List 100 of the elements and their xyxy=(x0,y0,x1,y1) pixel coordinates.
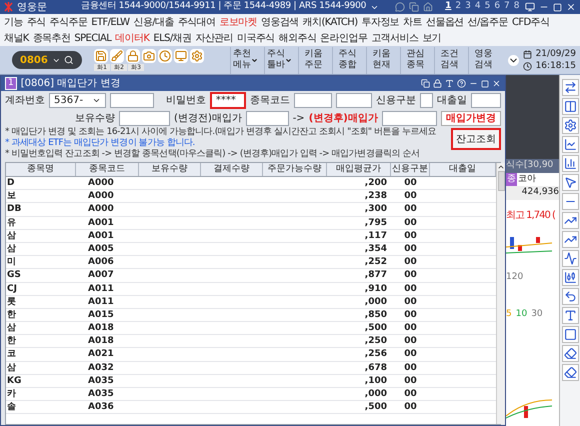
toolbar-button[interactable]: 조건 검색 xyxy=(434,46,464,74)
text-tool-icon[interactable] xyxy=(562,307,578,324)
menu-item[interactable]: 미국주식 xyxy=(237,30,275,46)
menu-item[interactable]: SPECIAL xyxy=(74,30,112,46)
table-cell-text: 삼 xyxy=(6,230,17,242)
brush-icon[interactable] xyxy=(110,49,124,63)
maximize-icon[interactable] xyxy=(553,2,562,12)
balance-query-button[interactable]: 잔고조회 xyxy=(451,128,501,150)
page-number[interactable]: 4 xyxy=(474,0,481,14)
maximize-icon[interactable] xyxy=(481,80,489,88)
credit-type-field[interactable] xyxy=(420,92,433,108)
window-icon[interactable] xyxy=(421,79,430,88)
close-icon[interactable] xyxy=(566,2,576,12)
table-cell-text: KG xyxy=(6,374,22,387)
lock-icon[interactable] xyxy=(433,79,442,88)
password-field[interactable]: **** xyxy=(210,92,246,108)
page-number[interactable]: 2 xyxy=(455,0,462,14)
menu-item[interactable]: 보기 xyxy=(422,30,442,46)
scroll-up-icon[interactable] xyxy=(497,163,505,171)
candlestick-icon[interactable] xyxy=(562,269,578,286)
text-icon[interactable] xyxy=(445,79,454,88)
menu-item[interactable]: ETF/ELW xyxy=(91,14,130,30)
eraser-icon[interactable] xyxy=(562,345,578,362)
menu-item[interactable]: ELS/채권 xyxy=(153,30,192,46)
menu-item[interactable]: 온라인업무 xyxy=(320,30,368,46)
menu-item[interactable]: 선물옵션 xyxy=(426,14,464,30)
menu-item[interactable]: 차트 xyxy=(403,14,422,30)
menu-item[interactable]: 해외주식 xyxy=(278,30,316,46)
clock-icon[interactable] xyxy=(158,49,172,63)
menu-item[interactable]: 투자정보 xyxy=(362,14,400,30)
page-number[interactable]: 1 xyxy=(445,0,452,14)
price-before-field[interactable] xyxy=(246,110,289,126)
menu-item[interactable]: 주식주문 xyxy=(50,14,88,30)
help-icon[interactable] xyxy=(457,79,466,88)
toolbar-button[interactable]: 관심 종목 xyxy=(400,46,430,74)
toolbar-button[interactable]: 영웅 검색 xyxy=(468,46,498,74)
page-number[interactable]: 7 xyxy=(504,0,510,14)
menu-item[interactable]: 주식 xyxy=(26,14,46,30)
columns-icon[interactable] xyxy=(562,98,578,115)
menu-item[interactable]: 종목추천 xyxy=(32,30,70,46)
menu-item[interactable]: 캐치(KATCH) xyxy=(302,14,358,30)
toolbar-button[interactable]: 주식 툴바 xyxy=(264,46,294,74)
scrollbar-thumb[interactable] xyxy=(498,171,504,191)
account-name-field[interactable] xyxy=(110,92,154,108)
loan-date-field[interactable] xyxy=(470,92,501,108)
table-cell-text: A015 xyxy=(87,308,115,322)
holding-quantity-field[interactable] xyxy=(119,110,170,126)
toolbar-button[interactable]: 키움 현재 xyxy=(366,46,396,74)
page-number[interactable]: 3 xyxy=(465,0,471,14)
settings-icon[interactable] xyxy=(562,117,578,134)
credit-type-label: 신용구분 xyxy=(376,94,416,108)
swap-arrows-icon[interactable] xyxy=(562,79,578,96)
line-chart-icon[interactable] xyxy=(562,136,578,153)
screen-number-field[interactable]: 0806 xyxy=(12,51,82,69)
stock-code-field[interactable] xyxy=(294,92,332,108)
wave-line-icon[interactable] xyxy=(562,250,578,267)
stock-name-field[interactable] xyxy=(336,92,372,108)
price-after-field[interactable] xyxy=(382,110,437,126)
window-icon[interactable] xyxy=(409,2,420,12)
expand-icon[interactable] xyxy=(508,54,519,66)
page-number[interactable]: 8 xyxy=(514,0,520,14)
settings-icon[interactable] xyxy=(190,49,204,63)
toolbar-button[interactable]: 키움 주문 xyxy=(298,46,328,74)
monitor-icon[interactable] xyxy=(174,49,188,63)
menu-item[interactable]: 채널K xyxy=(4,30,29,46)
pointer-icon[interactable] xyxy=(562,174,578,191)
table-cell-text: 00 xyxy=(403,374,418,387)
screen-icon[interactable] xyxy=(525,2,535,12)
camera-icon[interactable] xyxy=(142,49,156,63)
table-cell-text: 00 xyxy=(403,190,418,202)
line-chart-icon[interactable] xyxy=(562,155,578,172)
chart-marker-icon[interactable] xyxy=(562,326,578,343)
menu-item[interactable]: 고객서비스 xyxy=(371,30,418,46)
home-icon[interactable] xyxy=(423,2,434,12)
date-text: 21/09/29 xyxy=(536,48,576,60)
lock-icon[interactable] xyxy=(126,49,140,63)
eraser-icon[interactable] xyxy=(562,364,578,381)
menu-item[interactable]: 주식대여 xyxy=(178,14,216,30)
arrow-text: -> xyxy=(292,112,305,126)
page-number[interactable]: 5 xyxy=(484,0,490,14)
column-header: 결제수량 xyxy=(201,163,263,176)
save-icon[interactable] xyxy=(94,49,108,63)
close-icon[interactable] xyxy=(492,79,501,88)
toolbar-button[interactable]: 추천 메뉴 xyxy=(230,46,260,74)
menu-item[interactable]: 데이터K xyxy=(115,30,150,46)
search-icon[interactable] xyxy=(64,55,74,65)
menu-item[interactable]: 선/옵주문 xyxy=(468,14,508,30)
toolbar-button[interactable]: 주식 종합 xyxy=(332,46,362,74)
account-dropdown[interactable]: 5367- xyxy=(49,92,106,108)
page-number[interactable]: 6 xyxy=(494,0,500,14)
menu-item[interactable]: 자산관리 xyxy=(195,30,234,46)
menu-item[interactable]: 영웅검색 xyxy=(261,14,299,30)
table-cell-text: 00 xyxy=(403,296,418,308)
menu-item[interactable]: 로보마켓 xyxy=(219,14,258,30)
chat-icon[interactable] xyxy=(395,2,406,12)
menu-item[interactable]: 신용/대출 xyxy=(133,14,174,30)
column-header: 종목명 xyxy=(6,163,76,176)
menu-item[interactable]: CFD주식 xyxy=(512,14,550,30)
menu-item[interactable]: 기능 xyxy=(4,14,23,30)
change-price-button[interactable]: 매입가변경 xyxy=(441,110,501,126)
